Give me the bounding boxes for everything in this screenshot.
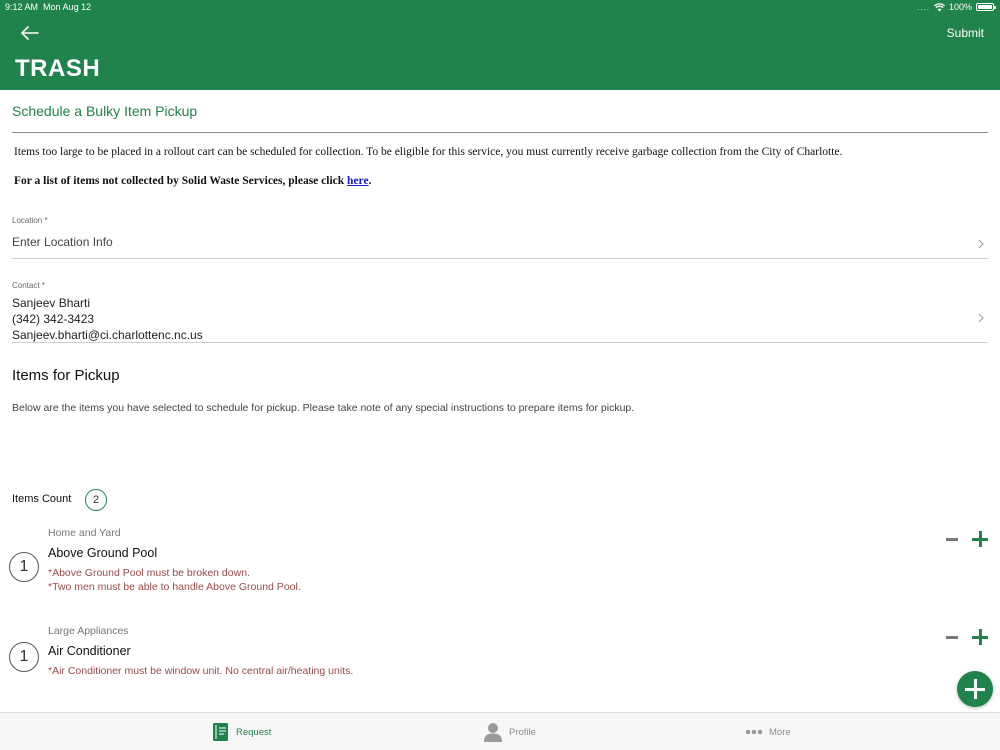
item-note: *Above Ground Pool must be broken down. [48, 567, 250, 579]
item-quantity: 1 [9, 642, 39, 672]
note-suffix: . [368, 175, 372, 187]
item-name: Above Ground Pool [48, 546, 158, 560]
pickup-item: Large Appliances Air Conditioner 1 *Air … [0, 623, 1000, 683]
items-not-collected-note: For a list of items not collected by Sol… [14, 175, 371, 187]
tab-more[interactable]: More [745, 713, 791, 750]
battery-icon [976, 3, 996, 11]
item-note: *Air Conditioner must be window unit. No… [48, 665, 354, 677]
location-field[interactable]: Location * Enter Location Info [12, 216, 988, 259]
tab-profile[interactable]: Profile [483, 713, 536, 750]
wifi-icon [933, 2, 945, 11]
back-button[interactable] [16, 22, 44, 44]
items-count-label: Items Count [12, 493, 72, 505]
pickup-item: Home and Yard Above Ground Pool 1 *Above… [0, 525, 1000, 605]
more-dots-icon [745, 729, 763, 735]
item-note: *Two men must be able to handle Above Gr… [48, 581, 301, 593]
intro-text: Items too large to be placed in a rollou… [14, 146, 843, 158]
contact-field[interactable]: Contact * Sanjeev Bharti (342) 342-3423 … [12, 281, 988, 343]
contact-label: Contact * [12, 281, 45, 290]
chevron-right-icon [978, 313, 984, 323]
book-icon [213, 723, 228, 741]
contact-phone: (342) 342-3423 [12, 312, 95, 326]
item-category: Home and Yard [48, 527, 121, 539]
decrease-quantity-button[interactable] [946, 636, 958, 639]
items-count-badge: 2 [85, 489, 107, 511]
item-category: Large Appliances [48, 625, 129, 637]
contact-email: Sanjeev.bharti@ci.charlottenc.nc.us [12, 328, 203, 342]
decrease-quantity-button[interactable] [946, 538, 958, 541]
signal-icon: .... [917, 2, 930, 12]
app-header: 9:12 AM Mon Aug 12 .... 100% Submit TRAS… [0, 0, 1000, 90]
status-date: Mon Aug 12 [43, 2, 92, 12]
page-title: Schedule a Bulky Item Pickup [12, 103, 198, 119]
tab-more-label: More [769, 726, 791, 738]
status-time: 9:12 AM Mon Aug 12 [5, 2, 91, 12]
title-divider [12, 132, 988, 133]
note-prefix: For a list of items not collected by Sol… [14, 175, 348, 187]
location-label: Location * [12, 216, 48, 225]
tab-bar: Request Profile More [0, 712, 1000, 750]
submit-button[interactable]: Submit [947, 26, 984, 40]
items-section-description: Below are the items you have selected to… [12, 402, 635, 414]
items-section-title: Items for Pickup [12, 367, 120, 384]
battery-percent: 100% [948, 2, 972, 12]
app-title: TRASH [15, 55, 101, 82]
person-icon [484, 723, 502, 742]
item-quantity: 1 [9, 552, 39, 582]
location-placeholder: Enter Location Info [12, 235, 113, 249]
increase-quantity-button[interactable] [972, 531, 988, 547]
tab-request[interactable]: Request [212, 713, 271, 750]
add-item-button[interactable] [957, 671, 993, 707]
tab-request-label: Request [236, 726, 272, 738]
here-link[interactable]: here [347, 175, 369, 187]
tab-profile-label: Profile [509, 726, 536, 738]
arrow-left-icon [21, 26, 39, 40]
chevron-right-icon [978, 239, 984, 249]
increase-quantity-button[interactable] [972, 629, 988, 645]
app-root: 9:12 AM Mon Aug 12 .... 100% Submit TRAS… [0, 0, 1000, 750]
item-name: Air Conditioner [48, 644, 131, 658]
status-right: .... 100% [917, 2, 996, 12]
contact-name: Sanjeev Bharti [12, 296, 91, 310]
status-clock: 9:12 AM [5, 2, 39, 12]
